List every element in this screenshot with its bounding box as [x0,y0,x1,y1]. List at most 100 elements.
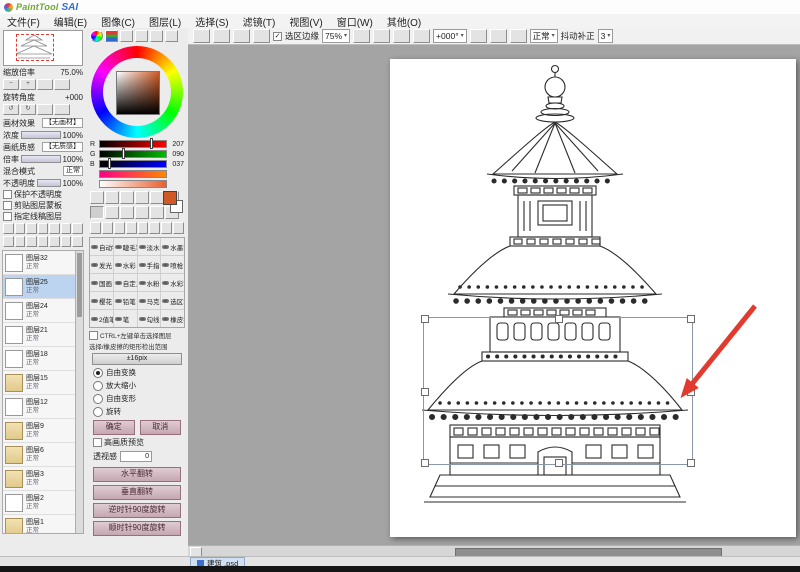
transform-handle-top-left[interactable] [421,315,429,323]
document-canvas[interactable] [390,59,796,537]
rotate-view-tool-icon[interactable] [120,206,134,219]
layer-folder-row[interactable]: 图层6正常 [3,443,83,467]
brush-item[interactable]: 自定义笔 [114,274,137,291]
zoom-spinner-arrow-icon[interactable]: ▾ [344,33,347,39]
layer-mask-button[interactable] [72,223,83,234]
brush-item[interactable]: 淡水彩 [138,238,161,255]
zoom-tool-icon[interactable] [105,206,119,219]
brush-item[interactable]: 手指 [138,256,161,273]
brush-mode-icon-2[interactable] [102,222,113,234]
hsv-slider-tab-icon[interactable] [120,30,133,42]
layer-row[interactable]: 图层12正常 [3,395,83,419]
menu-layer[interactable]: 图层(L) [142,14,188,29]
transform-ok-button[interactable]: 确定 [93,420,135,435]
foreground-color-swatch[interactable] [163,191,177,205]
canvas-area[interactable] [188,45,800,545]
transform-handle-middle-right[interactable] [687,388,695,396]
magic-wand-tool-icon[interactable] [120,191,134,204]
layer-row-selected[interactable]: 图层25正常 [3,275,83,299]
brush-item[interactable]: 2值笔 [90,310,113,327]
free-transform-radio[interactable] [93,368,103,378]
angle-spinner[interactable]: +000°▾ [433,29,467,43]
nav-rotate-reset-button[interactable] [37,104,53,115]
menu-others[interactable]: 其他(O) [380,14,428,29]
transform-selection-box[interactable] [423,317,693,465]
brush-item[interactable]: 樱花 [90,292,113,309]
nav-zoom-in-button[interactable]: + [20,79,36,90]
transform-handle-bottom-center[interactable] [555,459,563,467]
layer-folder-row[interactable]: 图层1正常 [3,515,83,534]
new-canvas-button[interactable] [193,29,210,43]
clear-layer-button[interactable] [49,223,60,234]
lineart-layer-checkbox[interactable] [3,212,12,221]
brush-item[interactable]: 马克笔 [138,292,161,309]
blue-slider[interactable] [99,160,167,168]
undo-button[interactable] [253,29,270,43]
move-layer-up-button[interactable] [26,236,37,247]
zoom-out-button[interactable] [373,29,390,43]
rotate-ccw-90-button[interactable]: 逆时针90度旋转 [93,503,181,518]
select-rect-tool-icon[interactable] [90,191,104,204]
blend-dropdown-arrow-icon[interactable]: ▾ [552,33,555,39]
rotate-radio[interactable] [93,407,103,417]
layer-folder-row[interactable]: 图层3正常 [3,467,83,491]
stabilizer-arrow-icon[interactable]: ▾ [607,33,610,39]
transform-handle-middle-left[interactable] [421,388,429,396]
zoom-in-button[interactable] [353,29,370,43]
brush-item[interactable]: 笔 [114,310,137,327]
navigator-thumbnail[interactable] [3,30,83,66]
transfer-layer-button[interactable] [3,236,14,247]
brush-item[interactable]: 铅笔 [114,292,137,309]
hq-preview-checkbox[interactable] [93,438,102,447]
brush-mode-icon-7[interactable] [161,222,172,234]
select-eraser-tool-icon[interactable] [150,191,164,204]
open-button[interactable] [213,29,230,43]
brush-item[interactable]: 喷枪 [161,256,184,273]
brush-item[interactable]: 橡皮擦 [161,310,184,327]
move-tool-icon[interactable] [90,206,104,219]
layer-list-scrollbar[interactable] [75,251,83,533]
layer-folder-row[interactable]: 图层15正常 [3,371,83,395]
rgb-slider-tab-icon[interactable] [105,30,118,42]
zoom-reset-button[interactable] [413,29,430,43]
paper-scale-slider[interactable] [21,155,61,163]
layer-row[interactable]: 图层21正常 [3,323,83,347]
menu-file[interactable]: 文件(F) [0,14,47,29]
green-slider[interactable] [99,150,167,158]
mixer-tab-icon[interactable] [165,30,178,42]
paper-texture-dropdown[interactable]: 【无质感】 [42,142,83,152]
blend-mode-dropdown[interactable]: 正常 [63,166,83,176]
brush-item[interactable]: 水彩 [114,256,137,273]
brush-mode-icon-4[interactable] [126,222,137,234]
new-layer-button[interactable] [3,223,14,234]
blend-mode-toolbar-dropdown[interactable]: 正常▾ [530,29,558,43]
menu-window[interactable]: 窗口(W) [330,14,380,29]
scratchpad-tab-icon[interactable] [150,30,163,42]
lock-layer-button[interactable] [15,236,26,247]
menu-view[interactable]: 视图(V) [282,14,329,29]
saturation-value-square[interactable] [116,71,160,115]
angle-spinner-arrow-icon[interactable]: ▾ [461,33,464,39]
menu-canvas[interactable]: 图像(C) [94,14,142,29]
layer-options-button[interactable] [72,236,83,247]
menu-select[interactable]: 选择(S) [188,14,235,29]
layer-effect-button[interactable] [61,236,72,247]
brush-mode-icon-5[interactable] [138,222,149,234]
menu-edit[interactable]: 编辑(E) [47,14,94,29]
brush-item[interactable]: 发光 [90,256,113,273]
save-button[interactable] [233,29,250,43]
brush-item[interactable]: 睫毛笔 [114,238,137,255]
brush-item[interactable]: 水粉 [138,274,161,291]
nav-rotate-cw-button[interactable]: ↻ [20,104,36,115]
flip-vertical-button[interactable]: 垂直翻转 [93,485,181,500]
layer-list-scroll-thumb[interactable] [77,253,82,317]
green-slider-handle[interactable] [123,149,124,158]
nav-zoom-reset-button[interactable] [54,79,70,90]
nav-zoom-out-button[interactable]: − [3,79,19,90]
layer-opacity-slider[interactable] [37,179,61,187]
brush-mode-icon-1[interactable] [90,222,101,234]
red-slider-handle[interactable] [151,139,152,148]
hue-slider[interactable] [99,170,167,178]
rotate-cw-90-button[interactable]: 顺时针90度旋转 [93,521,181,536]
rotate-ccw-button[interactable] [470,29,487,43]
